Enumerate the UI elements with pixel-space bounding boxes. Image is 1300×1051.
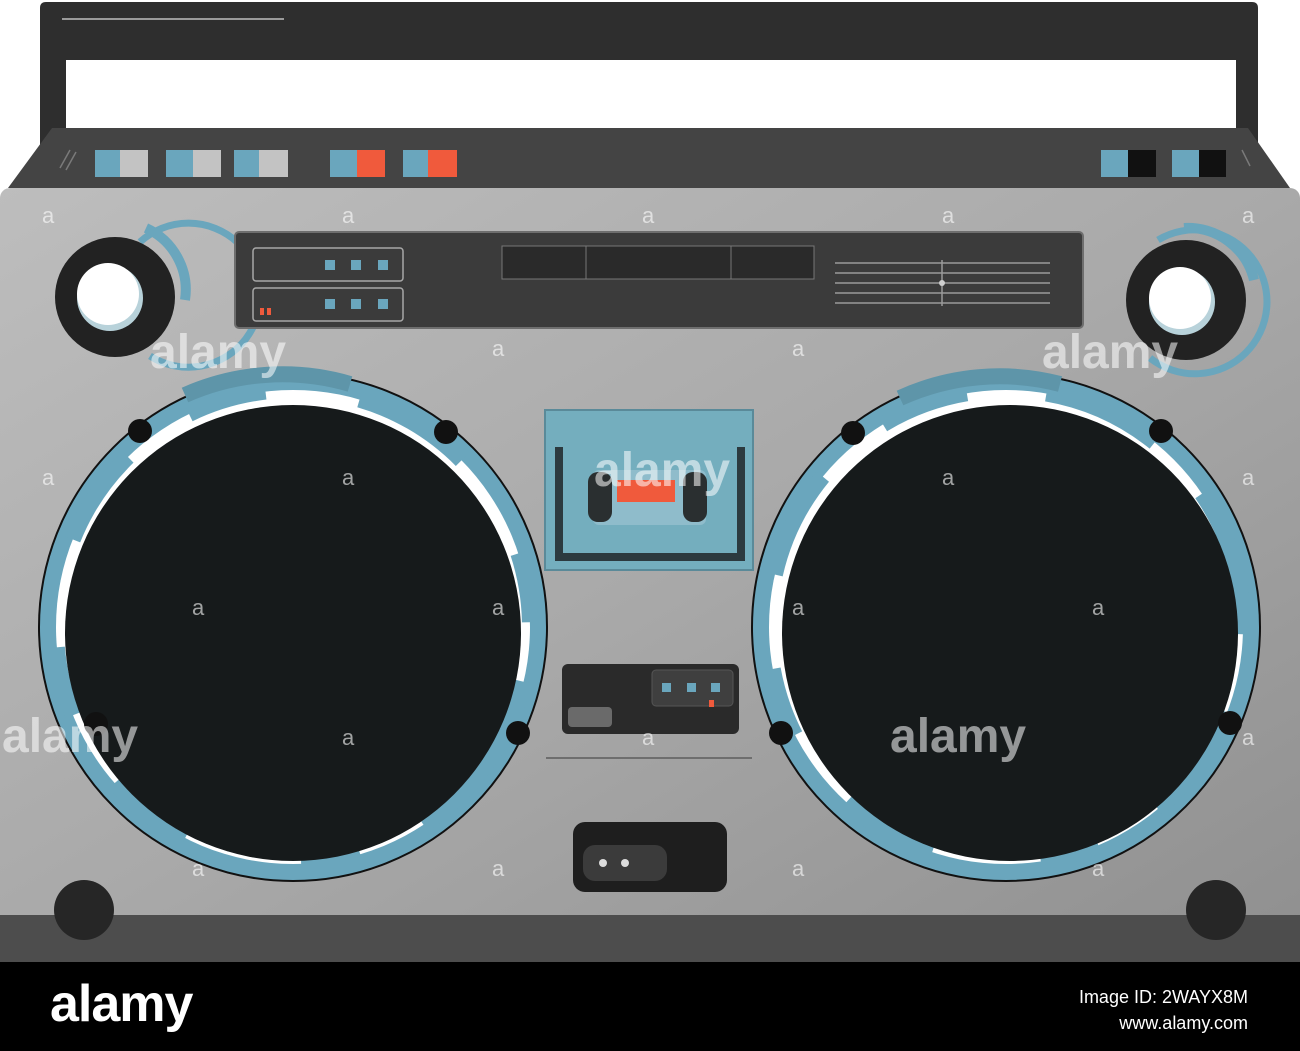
svg-text:a: a bbox=[1092, 595, 1105, 620]
svg-text:a: a bbox=[1242, 465, 1255, 490]
svg-text:a: a bbox=[792, 336, 805, 361]
svg-text:a: a bbox=[492, 856, 505, 881]
frequency-display bbox=[501, 245, 815, 280]
tuner-panel bbox=[234, 231, 1084, 329]
svg-text:a: a bbox=[1242, 203, 1255, 228]
svg-text:a: a bbox=[942, 465, 955, 490]
left-speaker-cone bbox=[65, 405, 521, 861]
top-button-2[interactable] bbox=[166, 150, 221, 177]
svg-text:a: a bbox=[942, 203, 955, 228]
svg-text:a: a bbox=[1242, 725, 1255, 750]
top-button-record[interactable] bbox=[330, 150, 385, 177]
svg-text:a: a bbox=[792, 595, 805, 620]
bottom-base bbox=[0, 915, 1300, 962]
svg-text:a: a bbox=[42, 465, 55, 490]
switch-icon[interactable] bbox=[573, 822, 727, 892]
svg-text:a: a bbox=[342, 465, 355, 490]
right-foot bbox=[1186, 880, 1246, 940]
svg-text:a: a bbox=[642, 203, 655, 228]
top-button-1[interactable] bbox=[95, 150, 148, 177]
svg-text:a: a bbox=[642, 725, 655, 750]
image-id-label: Image ID: 2WAYX8M bbox=[1078, 987, 1248, 1007]
top-button-play[interactable] bbox=[403, 150, 457, 177]
left-foot bbox=[54, 880, 114, 940]
svg-text:alamy: alamy bbox=[2, 710, 138, 763]
top-button-3[interactable] bbox=[234, 150, 288, 177]
svg-text:alamy: alamy bbox=[594, 444, 730, 497]
svg-text:a: a bbox=[492, 336, 505, 361]
svg-text:a: a bbox=[492, 595, 505, 620]
svg-text:alamy: alamy bbox=[890, 710, 1026, 763]
footer-bar: alamy Image ID: 2WAYX8M www.alamy.com bbox=[0, 962, 1300, 1051]
mode-button[interactable] bbox=[568, 707, 612, 727]
svg-text:a: a bbox=[792, 856, 805, 881]
svg-text:a: a bbox=[342, 203, 355, 228]
svg-text:a: a bbox=[192, 595, 205, 620]
svg-text:a: a bbox=[192, 856, 205, 881]
control-display bbox=[562, 664, 739, 734]
right-speaker-cone bbox=[782, 405, 1238, 861]
top-button-right-1[interactable] bbox=[1101, 150, 1156, 177]
svg-text:a: a bbox=[1092, 856, 1105, 881]
footer-meta: Image ID: 2WAYX8M www.alamy.com bbox=[1079, 984, 1248, 1036]
top-button-right-2[interactable] bbox=[1172, 150, 1226, 177]
site-link[interactable]: www.alamy.com bbox=[1079, 1010, 1248, 1036]
svg-text:a: a bbox=[342, 725, 355, 750]
boombox-illustration: alamy alamy alamy alamy alamy a a a a a … bbox=[0, 2, 1300, 962]
svg-text:alamy: alamy bbox=[150, 326, 286, 379]
svg-text:a: a bbox=[42, 203, 55, 228]
footer-brand-logo: alamy bbox=[50, 975, 193, 1033]
svg-text:alamy: alamy bbox=[1042, 326, 1178, 379]
